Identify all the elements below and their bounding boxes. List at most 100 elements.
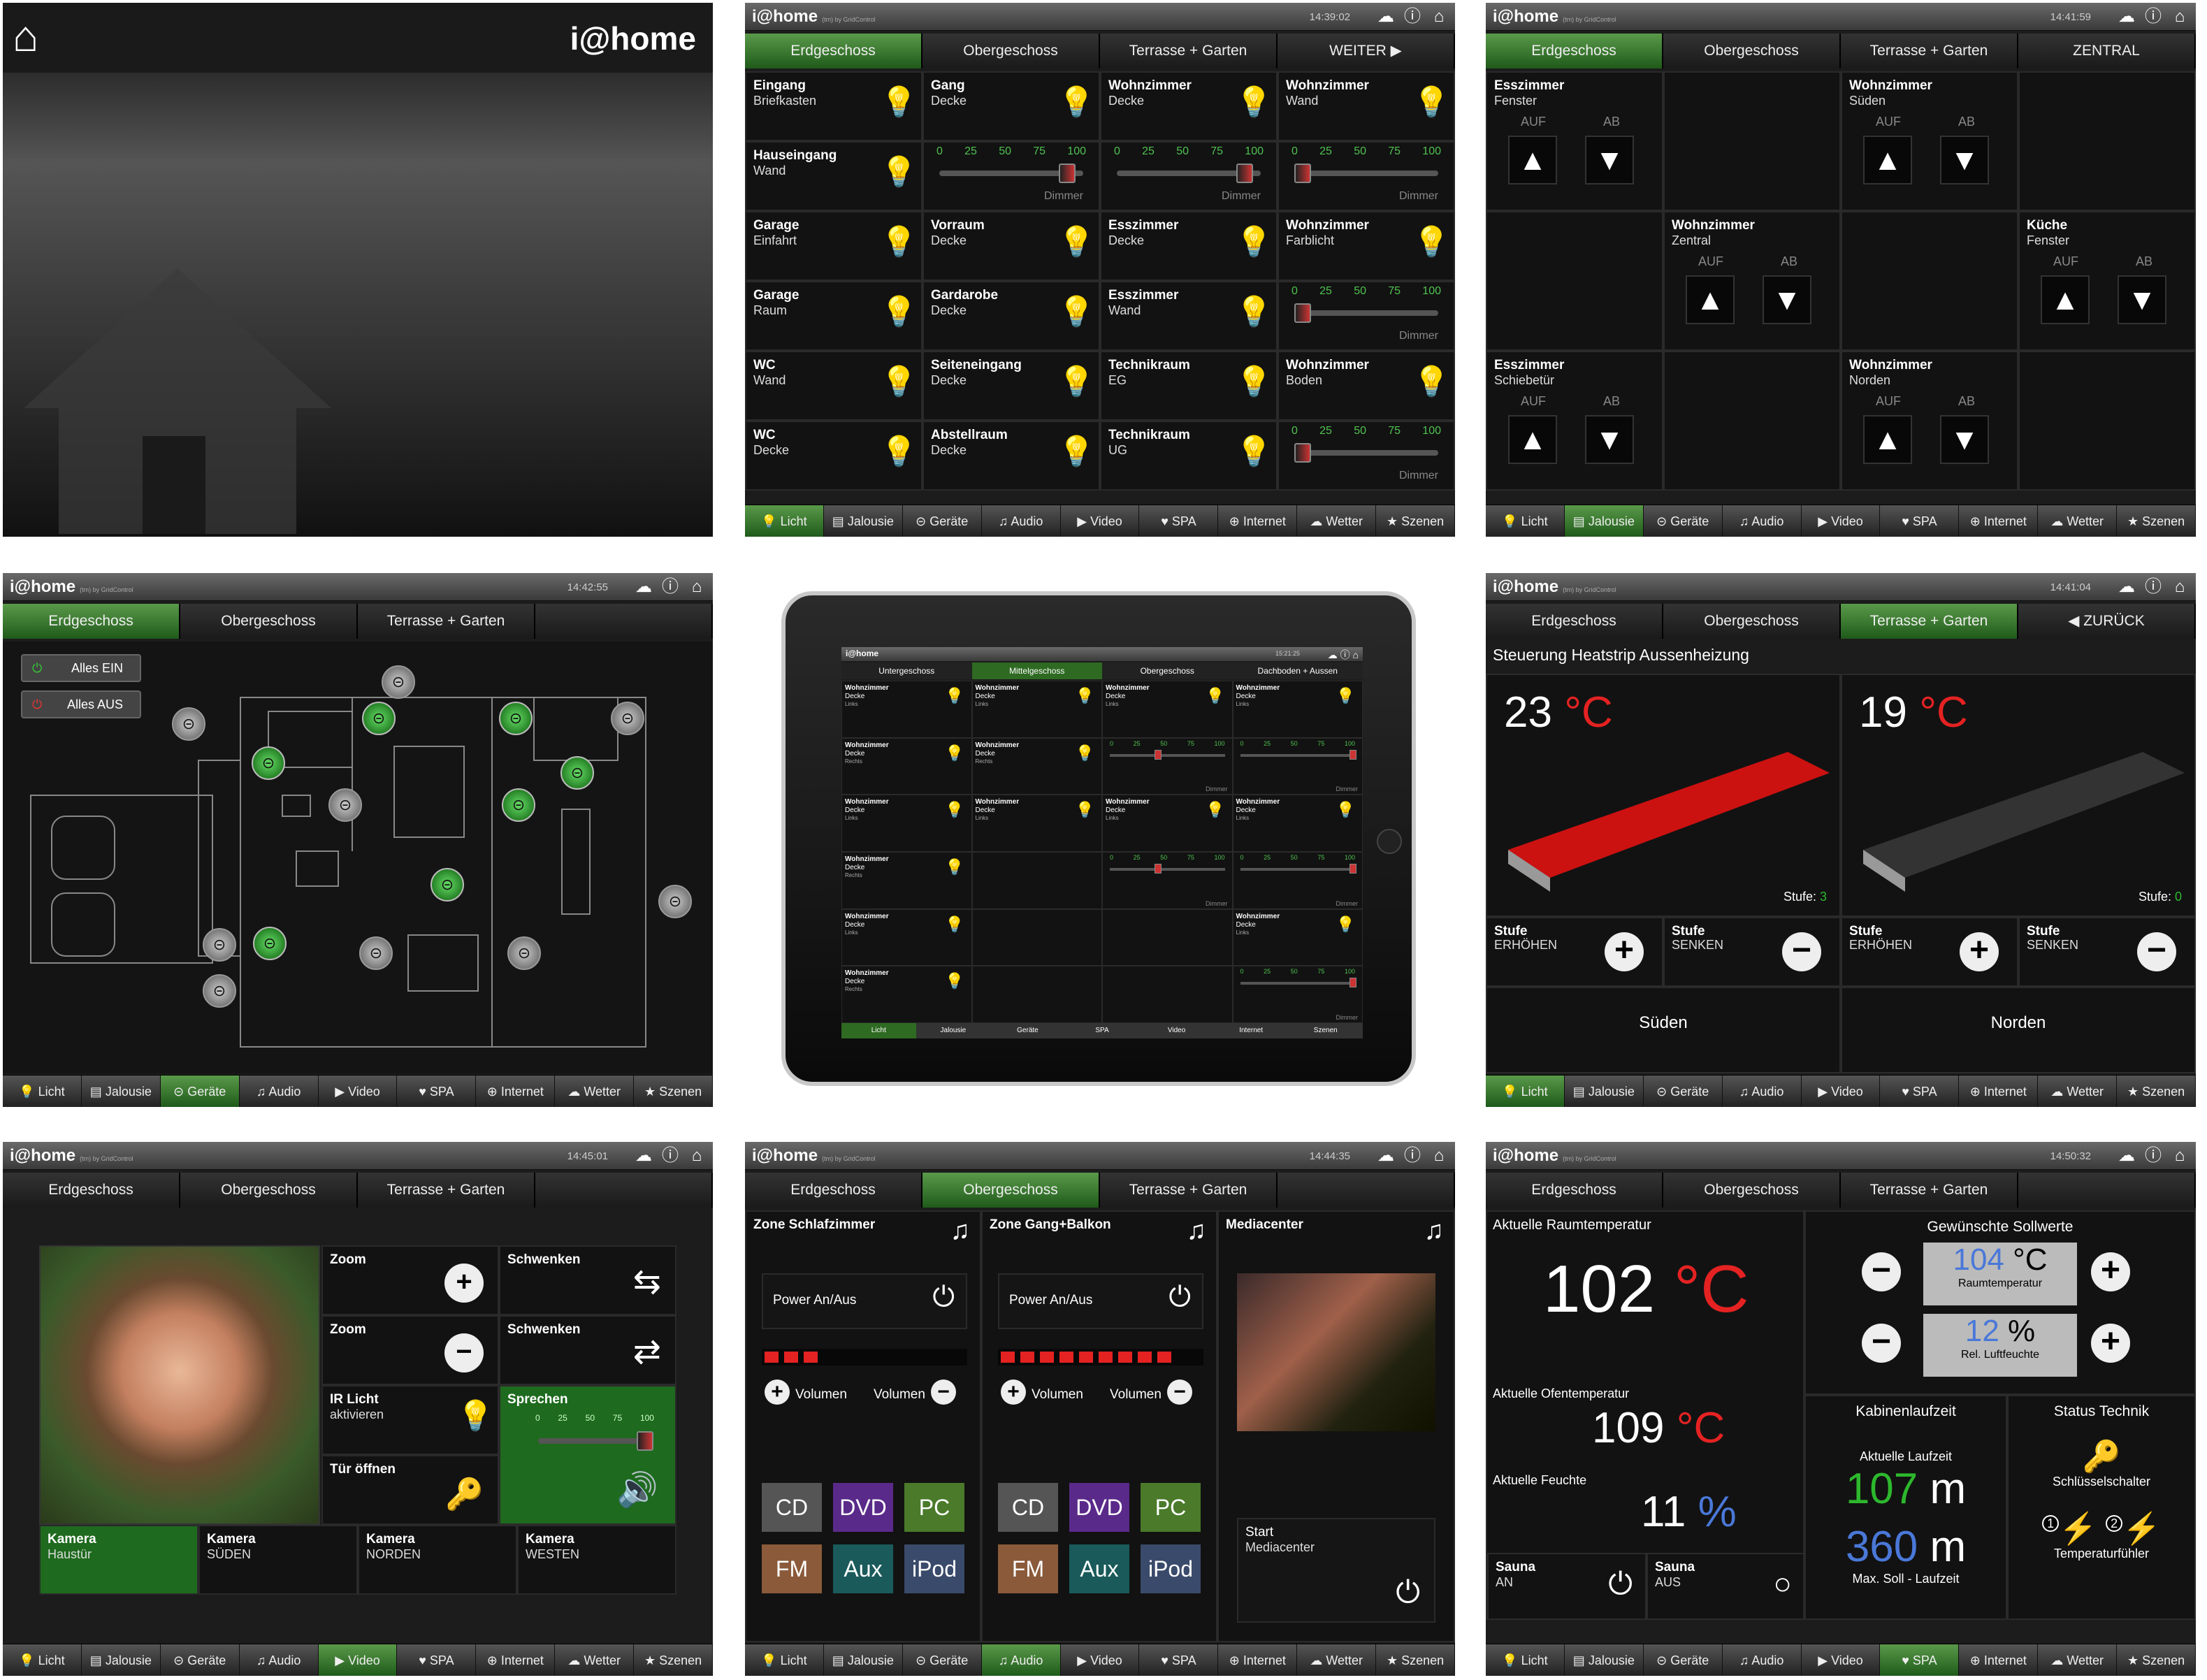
source-button-cd[interactable]: CD [998,1483,1058,1532]
volume-up-button[interactable]: + Volumen [1001,1380,1083,1409]
dimmer-slider[interactable]: 0 25 50 75 100 Dimmer [1291,145,1441,205]
camera-select-1[interactable]: Kamera SÜDEN [198,1525,358,1595]
device-button[interactable]: ⊝ [359,936,393,970]
ipad-light-cell[interactable]: Wohnzimmer Decke Rechts 💡 [841,966,972,1023]
nav-7[interactable]: ☁ Wetter [1297,505,1377,537]
speak-panel[interactable]: Sprechen 0 25 50 75 100 🔊 [499,1385,676,1525]
nav-2[interactable]: ⊝ Geräte [161,1644,240,1676]
nav-5[interactable]: ♥ SPA [397,1644,477,1676]
light-cell[interactable]: Abstellraum Decke 💡 [922,421,1100,491]
camera-select-2[interactable]: Kamera NORDEN [358,1525,517,1595]
tab-terrasse[interactable]: Terrasse + Garten [1841,604,2018,639]
nav-5[interactable]: ♥ SPA [1139,1644,1219,1676]
light-cell[interactable]: Garage Raum 💡 [745,281,922,351]
pan-left-button[interactable]: Schwenken ⇆ [499,1245,676,1315]
weather-icon[interactable]: ☁ [2116,577,2137,597]
nav-1[interactable]: ▤ Jalousie [1565,1076,1644,1107]
up-arrow-button[interactable]: ▲ [1863,136,1912,184]
info-icon[interactable]: ⓘ [2143,7,2164,27]
source-button-fm[interactable]: FM [762,1544,822,1593]
nav-8[interactable]: ★ Szenen [2117,505,2196,537]
light-cell[interactable]: Eingang Briefkasten 💡 [745,71,922,141]
dimmer-knob[interactable] [1294,303,1312,323]
nav-3[interactable]: ♫ Audio [240,1076,319,1107]
tab-obergeschoss[interactable]: Obergeschoss [922,1173,1100,1208]
dimmer-knob[interactable] [1154,749,1162,760]
light-cell[interactable]: Esszimmer Decke 💡 [1100,211,1278,281]
down-arrow-button[interactable]: ▼ [1585,136,1634,184]
light-cell[interactable]: Technikraum EG 💡 [1100,351,1278,421]
weather-icon[interactable]: ☁ [2116,1146,2137,1166]
stufe-up-button[interactable]: Stufe ERHÖHEN + [1486,917,1663,987]
dimmer-knob[interactable] [1236,164,1254,183]
ipad-light-cell[interactable]: Wohnzimmer Decke Links 💡 [1232,795,1363,852]
info-icon[interactable]: ⓘ [1402,1146,1423,1166]
start-mediacenter-button[interactable]: Start Mediacenter ⏻ [1237,1518,1435,1623]
tab-obergeschoss[interactable]: Obergeschoss [1663,1173,1841,1208]
status-icons[interactable]: ☁ ⓘ ⌂ [1328,648,1359,662]
nav-0[interactable]: 💡 Licht [1486,1644,1565,1676]
door-open-button[interactable]: Tür öffnen 🔑 [321,1455,499,1525]
light-cell[interactable]: Hauseingang Wand 💡 [745,141,922,211]
nav-0[interactable]: 💡 Licht [3,1644,82,1676]
light-cell[interactable]: 0 25 50 75 100 Dimmer [922,141,1100,211]
device-button[interactable]: ⊝ [203,928,236,962]
light-cell[interactable]: Seiteneingang Decke 💡 [922,351,1100,421]
nav-5[interactable]: ♥ SPA [397,1076,477,1107]
nav-8[interactable]: ★ Szenen [634,1644,713,1676]
tab-terrasse[interactable]: Terrasse + Garten [358,604,535,639]
device-button[interactable]: ⊝ [658,885,692,918]
ipad-light-cell[interactable]: Wohnzimmer Decke Links 💡 [1102,795,1233,852]
nav-7[interactable]: ☁ Wetter [555,1644,635,1676]
nav-5[interactable]: ♥ SPA [1880,505,1960,537]
hum-plus-button[interactable]: + [2091,1324,2130,1363]
nav-7[interactable]: ☁ Wetter [2038,505,2118,537]
all-off-button[interactable]: ⏻ Alles AUS [21,690,141,718]
ipad-light-cell[interactable]: Wohnzimmer Decke Rechts 💡 [971,737,1102,795]
nav-3[interactable]: ♫ Audio [981,1644,1061,1676]
dimmer-slider[interactable]: 0 25 50 75 100 Dimmer [1291,425,1441,485]
source-button-ipod[interactable]: iPod [904,1544,964,1593]
power-toggle-button[interactable]: Power An/Aus ⏻ [762,1273,967,1329]
nav-2[interactable]: ⊝ Geräte [903,1644,982,1676]
nav-5[interactable]: ♥ SPA [1880,1644,1960,1676]
nav-0[interactable]: 💡 Licht [1486,1076,1565,1107]
light-cell[interactable]: 0 25 50 75 100 Dimmer [1100,141,1278,211]
nav-3[interactable]: ♫ Audio [240,1644,319,1676]
up-arrow-button[interactable]: ▲ [1508,415,1557,464]
info-icon[interactable]: ⓘ [1402,7,1423,27]
nav-0[interactable]: 💡 Licht [745,1644,824,1676]
volume-down-button[interactable]: Volumen − [1110,1380,1192,1409]
dimmer-knob[interactable] [1294,164,1312,183]
tab-erdgeschoss[interactable]: Erdgeschoss [1486,604,1663,639]
device-button[interactable]: ⊝ [560,756,594,790]
source-button-cd[interactable]: CD [762,1483,822,1532]
nav-4[interactable]: ▶ Video [1802,1644,1881,1676]
info-icon[interactable]: ⓘ [2143,577,2164,597]
home-icon[interactable]: ⌂ [13,13,38,61]
ipad-light-cell[interactable]: 0 25 50 75 100 Dimmer [1102,737,1233,795]
nav-5[interactable]: ♥ SPA [1139,505,1219,537]
device-button[interactable]: ⊝ [507,936,541,970]
tab-mittelgeschoss[interactable]: Mittelgeschoss [971,662,1102,679]
nav-4[interactable]: ▶ Video [1061,505,1140,537]
home-icon[interactable]: ⌂ [2169,1146,2190,1166]
stufe-up-button[interactable]: Stufe ERHÖHEN + [1841,917,2018,987]
nav-7[interactable]: ☁ Wetter [2038,1644,2118,1676]
nav-1[interactable]: ▤ Jalousie [82,1644,161,1676]
device-button[interactable]: ⊝ [499,702,533,735]
dimmer-slider[interactable]: 0 25 50 75 100 Dimmer [1291,285,1441,345]
camera-select-0[interactable]: Kamera Haustür [39,1525,198,1595]
tab-erdgeschoss[interactable]: Erdgeschoss [1486,34,1663,68]
device-button[interactable]: ⊝ [172,707,205,741]
weather-icon[interactable]: ☁ [1375,1146,1396,1166]
dimmer-slider[interactable]: 0 25 50 75 100 Dimmer [936,145,1086,205]
all-on-button[interactable]: ⏻ Alles EIN [21,654,141,682]
nav-5[interactable]: ♥ SPA [1880,1076,1960,1107]
device-button[interactable]: ⊝ [203,974,236,1008]
nav-1[interactable]: ▤ Jalousie [1565,1644,1644,1676]
source-button-pc[interactable]: PC [1141,1483,1201,1532]
tab-erdgeschoss[interactable]: Erdgeschoss [1486,1173,1663,1208]
nav-4[interactable]: ▶ Video [318,1644,398,1676]
nav-6[interactable]: ⊕ Internet [1959,1644,2039,1676]
